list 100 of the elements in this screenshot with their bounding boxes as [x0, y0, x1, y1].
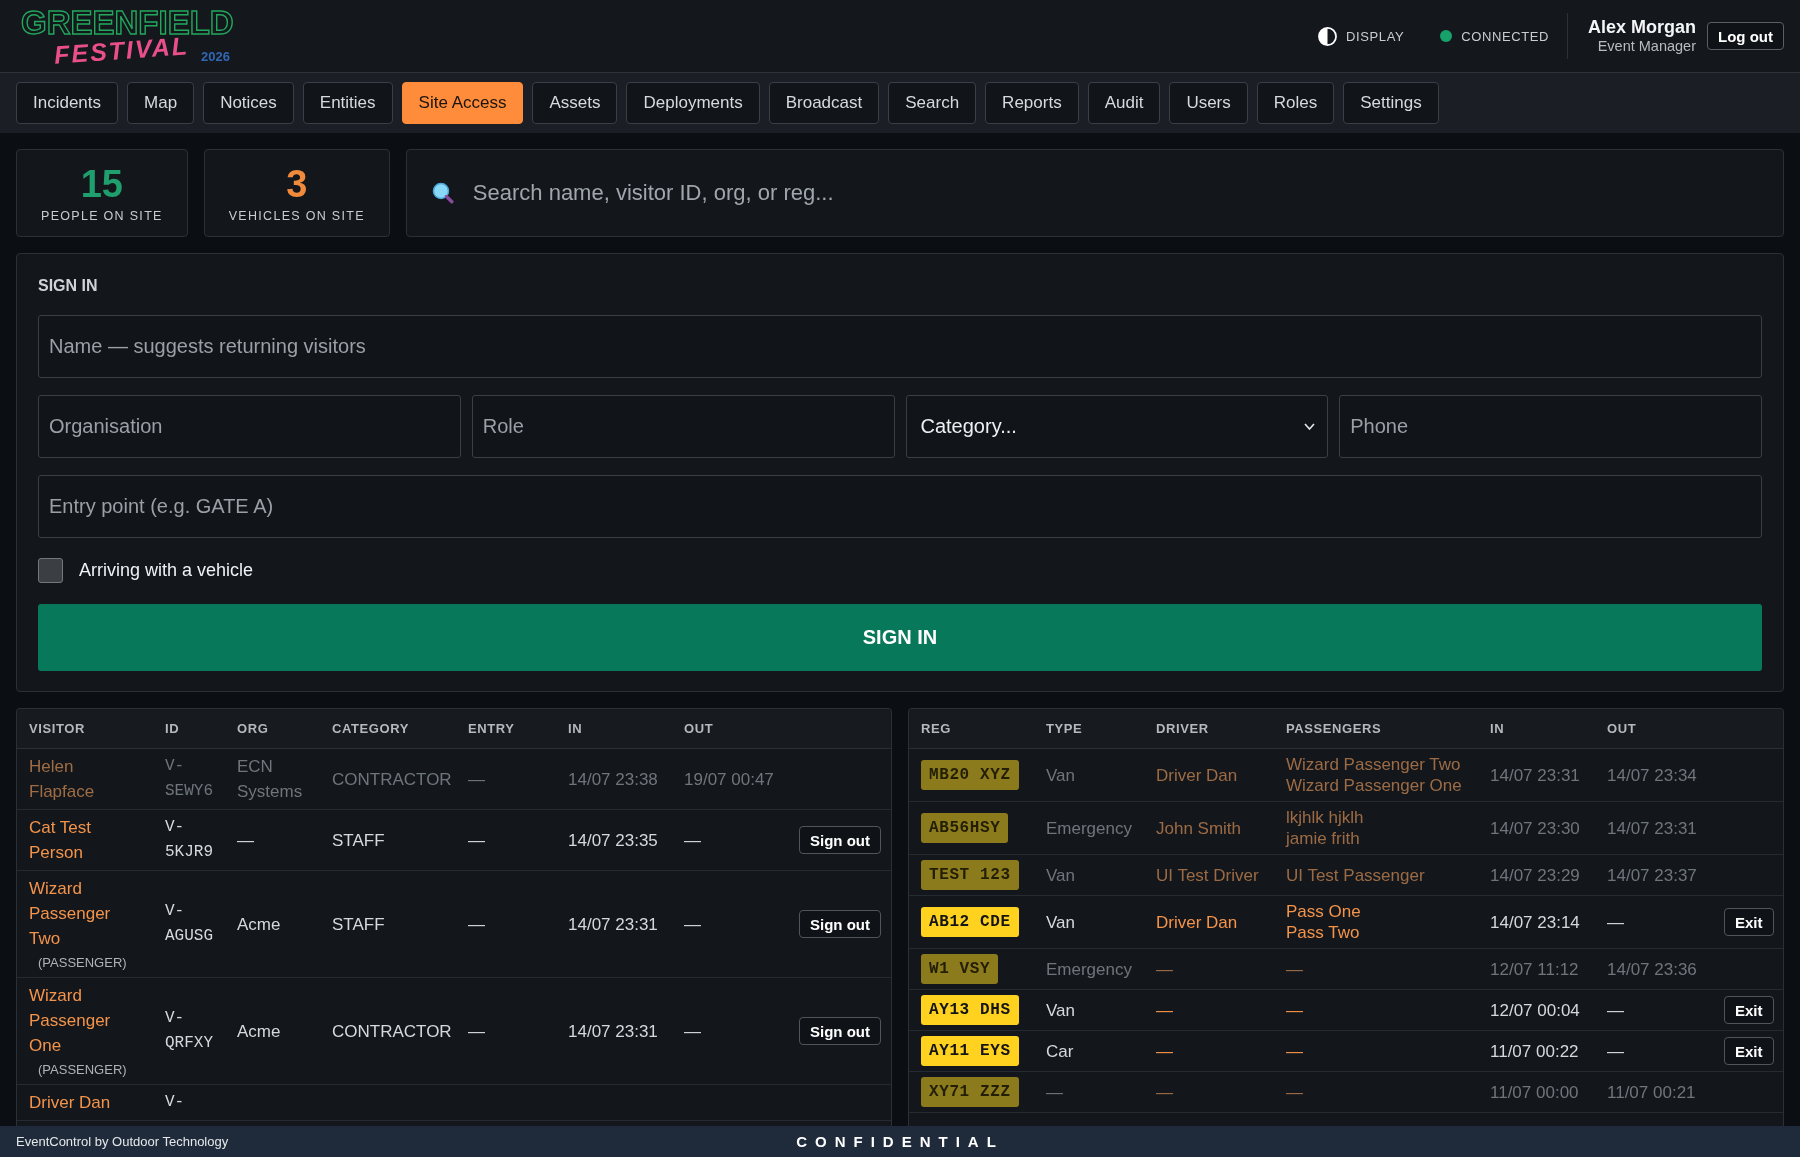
nav-tab[interactable]: Settings [1343, 82, 1439, 124]
table-cell: UI Test Driver [1156, 854, 1286, 896]
search-field[interactable]: Search name, visitor ID, org, or reg... [405, 149, 1784, 237]
nav-tab[interactable]: Roles [1256, 82, 1335, 124]
table-cell: — [684, 809, 794, 871]
licence-plate: XY71 ZZZ [921, 1077, 1019, 1107]
table-cell: Driver Dan [1156, 895, 1286, 949]
table-cell: — [1156, 1030, 1286, 1072]
table-cell: V-5KJR9 [165, 809, 237, 871]
input-field[interactable]: Entry point (e.g. GATE A) [38, 475, 1762, 538]
table-cell: 14/07 23:29 [1490, 854, 1607, 896]
visitor-name: Driver Dan [29, 1092, 112, 1114]
visitor-name: Helen Flapface [29, 756, 96, 803]
table-cell: Acme [237, 977, 332, 1085]
nav-tab[interactable]: Users [1169, 82, 1248, 124]
column-header: ENTRY [468, 721, 515, 736]
table-cell: — [468, 809, 568, 871]
table-cell: 12/07 11:12 [1490, 948, 1607, 990]
nav-tab[interactable]: Incidents [16, 82, 119, 124]
table-cell: 12/07 00:04 [1490, 989, 1607, 1031]
exit-button[interactable]: Exit [1724, 1037, 1774, 1065]
nav-tab[interactable]: Site Access [401, 82, 524, 124]
column-header: CATEGORY [332, 721, 410, 736]
table-cell: STAFF [332, 809, 468, 871]
exit-button[interactable]: Exit [1724, 996, 1774, 1024]
nav-tab[interactable]: Audit [1087, 82, 1161, 124]
exit-button[interactable]: Exit [1724, 908, 1774, 936]
search-icon [431, 182, 454, 204]
column-header: REG [921, 721, 951, 736]
connection-status: CONNECTED [1461, 28, 1549, 44]
table-cell: — [468, 977, 568, 1085]
input-field[interactable]: Role [471, 395, 895, 458]
nav-tab[interactable]: Deployments [626, 82, 760, 124]
table-cell: ECN Systems [237, 748, 332, 810]
visitor-name: Wizard Passenger Two [29, 878, 112, 950]
column-header: IN [568, 721, 583, 736]
contrast-icon [1318, 26, 1338, 46]
table-cell: John Smith [1156, 801, 1286, 855]
table-cell: — [468, 870, 568, 978]
input-field[interactable]: Phone [1339, 395, 1762, 458]
table-cell: V-QRFXY [165, 977, 237, 1085]
table-cell: 11/07 00:00 [1490, 1071, 1607, 1113]
table-cell: Car [1046, 1030, 1156, 1072]
table-cell: Van [1046, 989, 1156, 1031]
stat-label: VEHICLES ON SITE [228, 208, 365, 223]
chevron-down-icon [1304, 423, 1316, 430]
passenger-name: Pass Two [1286, 922, 1360, 943]
column-header: DRIVER [1156, 721, 1209, 736]
table-cell: 14/07 23:31 [568, 977, 684, 1085]
passenger-name: Wizard Passenger One [1286, 775, 1462, 796]
table-cell: CONTRACTOR [332, 977, 468, 1085]
stat-value: 15 [80, 163, 123, 204]
table-cell: 14/07 23:14 [1490, 895, 1607, 949]
column-header: PASSENGERS [1286, 721, 1382, 736]
column-header: TYPE [1046, 721, 1083, 736]
passenger-name: — [1286, 1081, 1303, 1103]
passenger-name: UI Test Passenger [1286, 864, 1425, 886]
sign-out-button[interactable]: Sign out [799, 1017, 881, 1045]
stat-label: PEOPLE ON SITE [41, 208, 163, 223]
dropdown-field[interactable]: Category... [905, 395, 1329, 458]
checkbox-label: Arriving with a vehicle [79, 560, 254, 581]
passenger-tag: (PASSENGER) [29, 954, 127, 972]
nav-tab[interactable]: Notices [203, 82, 294, 124]
nav-tab[interactable]: Assets [532, 82, 618, 124]
licence-plate: AY13 DHS [921, 995, 1019, 1025]
column-header: IN [1490, 721, 1505, 736]
column-header: OUT [684, 721, 714, 736]
table-cell: Acme [237, 870, 332, 978]
table-cell: 14/07 23:34 [1607, 748, 1724, 802]
nav-tab[interactable]: Search [888, 82, 977, 124]
table-cell: Van [1046, 854, 1156, 896]
nav-tab[interactable]: Reports [985, 82, 1079, 124]
column-header: ID [165, 721, 180, 736]
licence-plate: MB20 XYZ [921, 760, 1019, 790]
display-button[interactable]: DISPLAY [1318, 26, 1405, 46]
checkbox[interactable] [38, 558, 63, 583]
sign-out-button[interactable]: Sign out [799, 826, 881, 854]
visitor-name: Cat Test Person [29, 817, 93, 864]
input-field[interactable]: Organisation [38, 395, 461, 458]
sign-out-button[interactable]: Sign out [799, 910, 881, 938]
logo-year: 2026 [201, 49, 230, 64]
table-cell: STAFF [332, 870, 468, 978]
input-field[interactable]: Name — suggests returning visitors [38, 315, 1762, 378]
table-cell: 14/07 23:31 [1490, 748, 1607, 802]
licence-plate: AY11 EYS [921, 1036, 1019, 1066]
sign-in-button[interactable]: SIGN IN [38, 604, 1762, 671]
passenger-tag: (PASSENGER) [29, 1061, 127, 1079]
panel-title: SIGN IN [38, 276, 98, 296]
table-cell: Driver Dan [1156, 748, 1286, 802]
table-cell: 14/07 23:38 [568, 748, 684, 810]
passenger-name: lkjhlk hjklh [1286, 807, 1364, 828]
footer-credit: EventControl by Outdoor Technology [16, 1134, 229, 1149]
nav-tab[interactable]: Entities [302, 82, 393, 124]
nav-tab[interactable]: Map [127, 82, 195, 124]
nav-tab[interactable]: Broadcast [768, 82, 880, 124]
table-cell: — [684, 870, 794, 978]
logout-button[interactable]: Log out [1707, 22, 1784, 50]
table-cell: 11/07 00:22 [1490, 1030, 1607, 1072]
passenger-name: Pass One [1286, 901, 1361, 922]
table-cell: — [1156, 989, 1286, 1031]
